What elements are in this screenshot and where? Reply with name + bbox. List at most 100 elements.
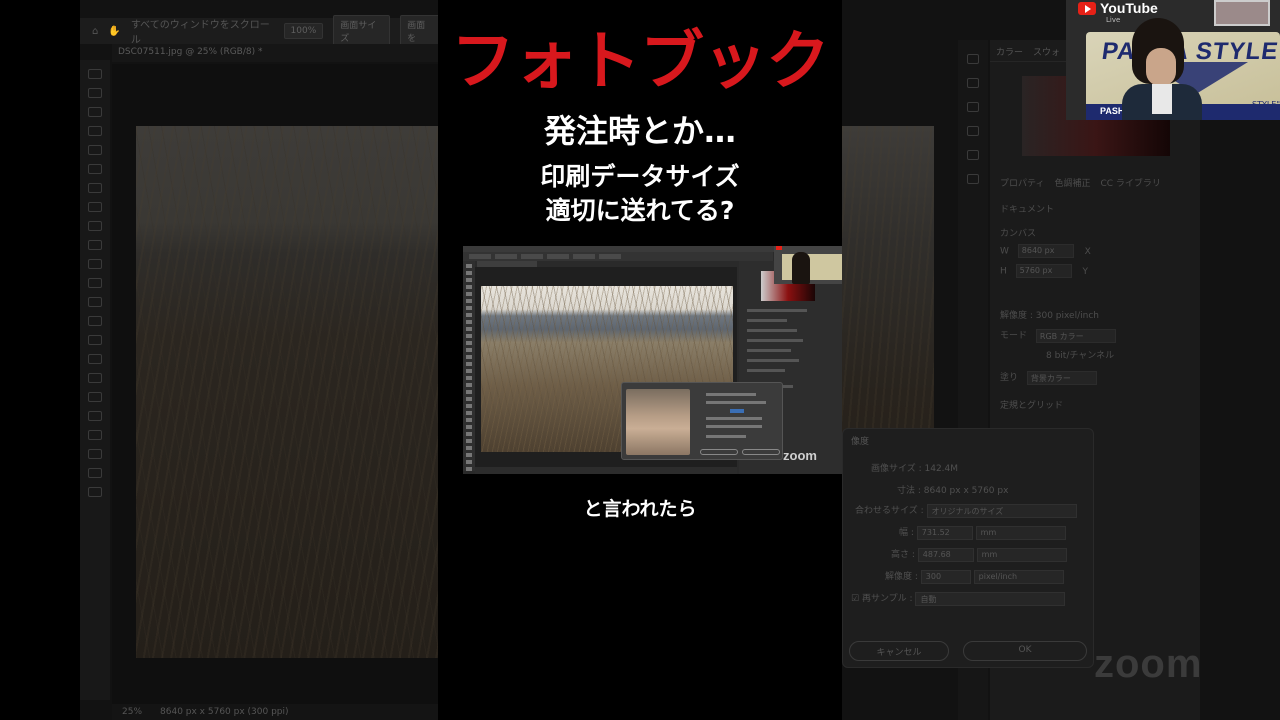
path-select-tool-icon[interactable] — [88, 392, 102, 402]
resolution-unit-select[interactable]: pixel/inch — [973, 569, 1064, 584]
rulers-section-title[interactable]: 定規とグリッド — [1000, 398, 1063, 411]
background-monitor — [1214, 0, 1270, 26]
youtube-play-icon — [1078, 1, 1096, 15]
dodge-tool-icon[interactable] — [88, 335, 102, 345]
crop-tool-icon[interactable] — [88, 145, 102, 155]
type-tool-icon[interactable] — [88, 373, 102, 383]
canvas-width-row: W 8640 px X — [1000, 244, 1091, 258]
tab-adjustments[interactable]: 色調補正 — [1054, 176, 1090, 189]
bit-depth-select[interactable]: 8 bit/チャンネル — [1046, 348, 1114, 361]
gradient-tool-icon[interactable] — [88, 297, 102, 307]
status-zoom[interactable]: 25% — [122, 707, 142, 717]
eraser-tool-icon[interactable] — [88, 278, 102, 288]
marquee-tool-icon[interactable] — [88, 88, 102, 98]
healing-tool-icon[interactable] — [88, 202, 102, 212]
fit-to-label: 合わせるサイズ : — [855, 506, 924, 516]
canvas-width-field[interactable]: 8640 px — [1017, 244, 1074, 258]
fit-screen-button[interactable]: 画面サイズ — [333, 15, 391, 47]
tab-cc-libraries[interactable]: CC ライブラリ — [1100, 176, 1160, 189]
width-input[interactable]: 731.52 — [916, 525, 973, 540]
frame-tool-icon[interactable] — [88, 164, 102, 174]
fit-to-row: 合わせるサイズ : オリジナルのサイズ — [855, 503, 1077, 518]
mini-photoshop-screenshot: zoom — [463, 246, 842, 474]
ok-button[interactable]: OK — [963, 641, 1087, 661]
resample-select[interactable]: 自動 — [915, 591, 1066, 606]
properties-panel-icon[interactable] — [967, 102, 979, 112]
hand-tool-icon[interactable]: ✋ — [108, 26, 120, 37]
mode-select[interactable]: RGB カラー — [1035, 328, 1116, 343]
stamp-tool-icon[interactable] — [88, 240, 102, 250]
zoom-watermark: zoom — [1094, 642, 1203, 686]
resample-label: 再サンプル : — [861, 594, 913, 604]
height-unit-select[interactable]: mm — [976, 547, 1067, 562]
tab-color[interactable]: カラー — [996, 45, 1023, 58]
document-tab[interactable]: DSC07511.jpg @ 25% (RGB/8) * — [112, 44, 440, 62]
history-panel-icon[interactable] — [967, 54, 979, 64]
mini-youtube-icon — [776, 246, 782, 250]
mini-ok-button — [742, 449, 780, 455]
presenter-avatar — [1122, 18, 1202, 120]
comments-panel-icon[interactable] — [967, 126, 979, 136]
fill-row: 塗り 背景カラー — [1000, 370, 1097, 385]
more-tools-icon[interactable] — [88, 468, 102, 478]
character-panel-icon[interactable] — [967, 150, 979, 160]
question-line-1: 印刷データサイズ — [540, 162, 740, 191]
width-unit-select[interactable]: mm — [975, 525, 1066, 540]
canvas-height-field[interactable]: 5760 px — [1015, 264, 1072, 278]
tab-properties[interactable]: プロパティ — [1000, 176, 1044, 189]
zoom-100-button[interactable]: 100% — [283, 23, 324, 39]
shape-tool-icon[interactable] — [88, 411, 102, 421]
ps-options-bar: ⌂ ✋ すべてのウィンドウをスクロール 100% 画面サイズ 画面を — [80, 15, 441, 47]
zoom-tool-icon[interactable] — [88, 449, 102, 459]
blur-tool-icon[interactable] — [88, 316, 102, 326]
color-swatch-icon[interactable] — [88, 487, 102, 497]
history-brush-tool-icon[interactable] — [88, 259, 102, 269]
fill-screen-button[interactable]: 画面を — [400, 15, 441, 47]
tab-swatches[interactable]: スウォ — [1033, 45, 1060, 58]
shorts-frame: フォトブック 発注時とか… 印刷データサイズ 適切に送れてる? zoom と言わ… — [438, 0, 842, 720]
actions-panel-icon[interactable] — [967, 78, 979, 88]
photo-canvas-left — [136, 126, 438, 658]
resample-checkbox-icon[interactable]: ☑ — [851, 594, 859, 604]
eyedropper-tool-icon[interactable] — [88, 183, 102, 193]
resolution-text: 解像度 : 300 pixel/inch — [1000, 311, 1099, 321]
status-bar: 25% 8640 px x 5760 px (300 ppi) — [112, 704, 438, 720]
paragraph-panel-icon[interactable] — [967, 174, 979, 184]
lasso-tool-icon[interactable] — [88, 107, 102, 117]
resample-row: ☑ 再サンプル : 自動 — [851, 591, 1066, 606]
document-label: ドキュメント — [1000, 205, 1055, 215]
fill-select[interactable]: 背景カラー — [1026, 370, 1097, 385]
move-tool-icon[interactable] — [88, 69, 102, 79]
headline-subtitle: 発注時とか… — [543, 112, 736, 150]
scroll-all-windows-checkbox[interactable]: すべてのウィンドウをスクロール — [131, 16, 274, 46]
canvas-section-title[interactable]: カンバス — [1000, 226, 1036, 239]
height-label: H — [1000, 266, 1007, 277]
left-black-strip — [0, 0, 80, 720]
webcam-overlay: PASHA STYLE PASHA STYLE STYLE" YouTube L… — [1066, 0, 1280, 120]
cancel-button[interactable]: キャンセル — [849, 641, 949, 661]
image-size-label: 画像サイズ : — [871, 464, 922, 474]
properties-tabs: プロパティ 色調補正 CC ライブラリ — [1000, 176, 1161, 189]
mini-options-bar — [463, 252, 773, 261]
mode-row: モード RGB カラー — [1000, 328, 1116, 343]
mini-webcam — [774, 246, 842, 284]
pen-tool-icon[interactable] — [88, 354, 102, 364]
resolution-input[interactable]: 300 — [920, 569, 971, 584]
dimensions-label: 寸法 : — [897, 486, 921, 496]
status-doc-size: 8640 px x 5760 px (300 ppi) — [160, 707, 289, 717]
height-row: 高さ : 487.68 mm — [891, 547, 1067, 562]
mini-width-selected — [730, 409, 744, 413]
resolution-label: 解像度 : — [885, 572, 918, 582]
fit-to-select[interactable]: オリジナルのサイズ — [926, 503, 1077, 518]
height-input[interactable]: 487.68 — [917, 547, 974, 562]
hand-tool-icon[interactable] — [88, 430, 102, 440]
home-icon[interactable]: ⌂ — [92, 26, 98, 37]
brush-tool-icon[interactable] — [88, 221, 102, 231]
y-label: Y — [1082, 266, 1089, 277]
question-text: 印刷データサイズ 適切に送れてる? — [438, 160, 842, 228]
mini-zoom-watermark: zoom — [783, 448, 817, 463]
quick-select-tool-icon[interactable] — [88, 126, 102, 136]
headline-title: フォトブック — [451, 25, 830, 99]
image-size-value: 142.4M — [924, 464, 959, 474]
fill-label: 塗り — [1000, 373, 1019, 383]
